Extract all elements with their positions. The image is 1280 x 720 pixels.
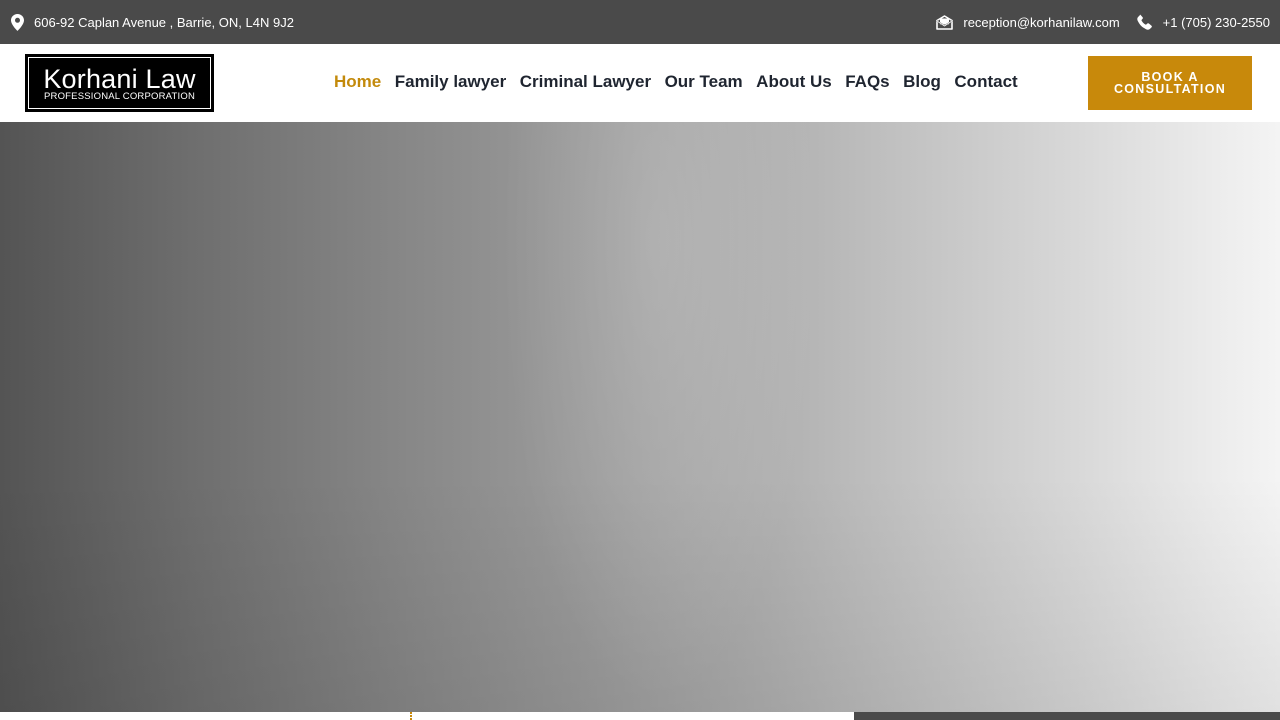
book-consultation-button[interactable]: BOOK A CONSULTATION [1088, 56, 1252, 110]
logo-title: Korhani Law [43, 63, 196, 94]
nav-item-about-us[interactable]: About Us [756, 72, 832, 92]
dotted-accent-line [410, 712, 412, 720]
main-nav: Home Family lawyer Criminal Lawyer Our T… [334, 72, 1018, 92]
nav-item-faqs[interactable]: FAQs [845, 72, 889, 92]
dark-section-edge [854, 712, 1280, 720]
address-text: 606-92 Caplan Avenue , Barrie, ON, L4N 9… [34, 14, 294, 30]
email-text: reception@korhanilaw.com [963, 14, 1120, 30]
site-header: Korhani Law PROFESSIONAL CORPORATION Hom… [0, 44, 1280, 122]
logo-frame: Korhani Law PROFESSIONAL CORPORATION [28, 57, 211, 109]
address-link[interactable]: 606-92 Caplan Avenue , Barrie, ON, L4N 9… [11, 13, 294, 31]
phone-link[interactable]: +1 (705) 230-2550 [1136, 14, 1270, 30]
email-link[interactable]: reception@korhanilaw.com [936, 14, 1120, 30]
site-logo[interactable]: Korhani Law PROFESSIONAL CORPORATION [25, 54, 214, 112]
contact-group: reception@korhanilaw.com +1 (705) 230-25… [936, 14, 1270, 30]
address-group: 606-92 Caplan Avenue , Barrie, ON, L4N 9… [11, 13, 294, 31]
phone-icon [1136, 14, 1153, 30]
nav-item-contact[interactable]: Contact [954, 72, 1017, 92]
top-info-bar: 606-92 Caplan Avenue , Barrie, ON, L4N 9… [0, 0, 1280, 44]
nav-item-home[interactable]: Home [334, 72, 381, 92]
phone-text: +1 (705) 230-2550 [1162, 14, 1270, 30]
hero-shade-overlay [0, 122, 1280, 712]
map-pin-icon [11, 13, 24, 31]
nav-item-criminal-lawyer[interactable]: Criminal Lawyer [520, 72, 651, 92]
hero-banner [0, 122, 1280, 712]
nav-item-family-lawyer[interactable]: Family lawyer [395, 72, 507, 92]
nav-item-our-team[interactable]: Our Team [665, 72, 743, 92]
envelope-icon [936, 14, 954, 30]
logo-subtitle: PROFESSIONAL CORPORATION [43, 90, 195, 102]
nav-item-blog[interactable]: Blog [903, 72, 941, 92]
